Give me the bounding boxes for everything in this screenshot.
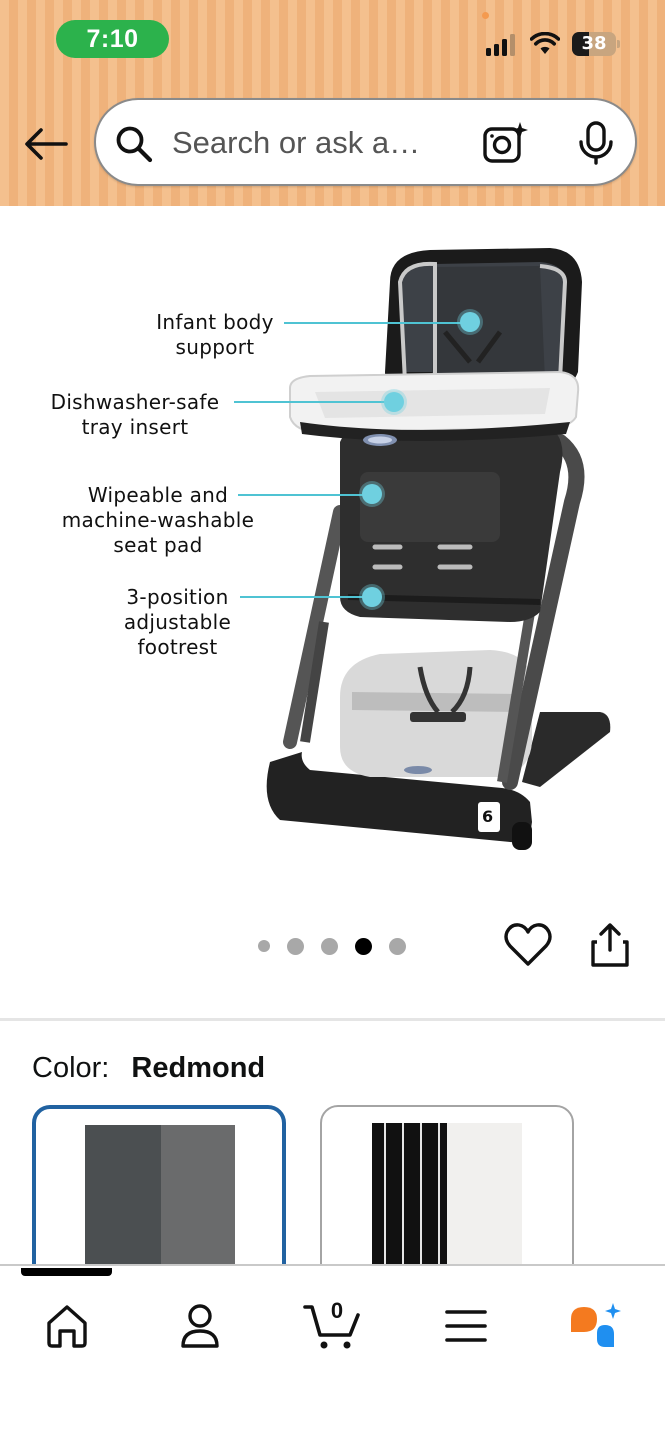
rufus-icon: [571, 1303, 621, 1347]
cart-count-badge: 0: [330, 1298, 344, 1323]
carousel-dot[interactable]: [287, 937, 304, 955]
product-image-carousel[interactable]: 6 Infant body support Dishwasher-safe tr…: [0, 206, 665, 906]
section-divider: [0, 1018, 665, 1021]
nav-menu[interactable]: [436, 1298, 496, 1354]
carousel-page-indicator: [258, 936, 423, 956]
callout-footrest-line1: 3-position: [126, 585, 229, 609]
microphone-icon[interactable]: [576, 120, 616, 166]
callout-seat-pad-line1: Wipeable and: [87, 483, 229, 507]
arrow-left-icon: [25, 128, 68, 160]
active-tab-indicator: [21, 1268, 112, 1276]
carousel-dot[interactable]: [389, 937, 406, 955]
callout-seat-pad: Wipeable and machine-washable seat pad: [58, 483, 258, 558]
callout-dot-footrest: [362, 587, 382, 607]
color-selector-heading: Color: Redmond: [32, 1052, 265, 1085]
battery-body: 38: [572, 32, 616, 56]
callout-tray-insert-line1: Dishwasher-safe: [50, 390, 220, 414]
high-chair-image: 6: [266, 248, 611, 850]
wifi-icon: [530, 32, 560, 54]
callout-line-seat-pad: [238, 494, 372, 496]
callout-tray-insert-line2: tray insert: [81, 415, 189, 439]
swatch-stripe-image: [372, 1123, 522, 1283]
nav-cart[interactable]: 0: [302, 1298, 364, 1354]
search-icon: [116, 126, 153, 163]
battery-nub: [617, 40, 620, 48]
callout-infant-support-line1: Infant body: [156, 310, 274, 334]
age-badge-label: 6: [482, 807, 493, 826]
search-bar[interactable]: [94, 98, 637, 186]
callout-line-footrest: [240, 596, 372, 598]
carousel-dot[interactable]: [258, 940, 270, 952]
callout-seat-pad-line2: machine-washable: [61, 508, 255, 532]
camera-lens-icon[interactable]: [482, 120, 528, 166]
share-icon[interactable]: [590, 922, 630, 968]
nav-home[interactable]: [37, 1298, 97, 1354]
nav-rufus[interactable]: [566, 1298, 626, 1354]
callout-footrest-line3: footrest: [137, 635, 218, 659]
callout-dot-seat-pad: [362, 484, 382, 504]
home-icon: [47, 1305, 87, 1348]
privacy-indicator-dot: [482, 12, 489, 19]
callout-dot-tray-insert: [384, 392, 404, 412]
callout-footrest-line2: adjustable: [123, 610, 232, 634]
carousel-dot-active[interactable]: [355, 937, 372, 955]
back-button[interactable]: [22, 120, 70, 168]
callout-footrest: 3-position adjustable footrest: [110, 585, 245, 660]
callout-infant-support-line2: support: [175, 335, 255, 359]
callout-infant-support: Infant body support: [150, 310, 280, 360]
menu-icon: [445, 1310, 487, 1342]
selected-color-value: Redmond: [131, 1052, 266, 1084]
callout-seat-pad-line3: seat pad: [113, 533, 203, 557]
app-header: 7:10 38: [0, 0, 665, 206]
account-icon: [181, 1304, 219, 1348]
swatch-fabric-dark: [85, 1125, 161, 1285]
search-input[interactable]: [172, 120, 442, 166]
callout-dot-infant-support: [460, 312, 480, 332]
callout-tray-insert: Dishwasher-safe tray insert: [40, 390, 230, 440]
nav-account[interactable]: [170, 1298, 230, 1354]
callout-line-tray-insert: [234, 401, 394, 403]
battery-percent: 38: [581, 33, 607, 54]
swatch-fabric-heather: [161, 1125, 235, 1285]
cellular-signal-icon: [486, 34, 515, 56]
color-label: Color:: [32, 1052, 110, 1084]
status-time: 7:10: [56, 20, 169, 58]
heart-icon[interactable]: [504, 922, 552, 968]
carousel-dot[interactable]: [321, 937, 338, 955]
callout-line-infant-support: [284, 322, 470, 324]
battery-indicator: 38: [572, 32, 620, 56]
